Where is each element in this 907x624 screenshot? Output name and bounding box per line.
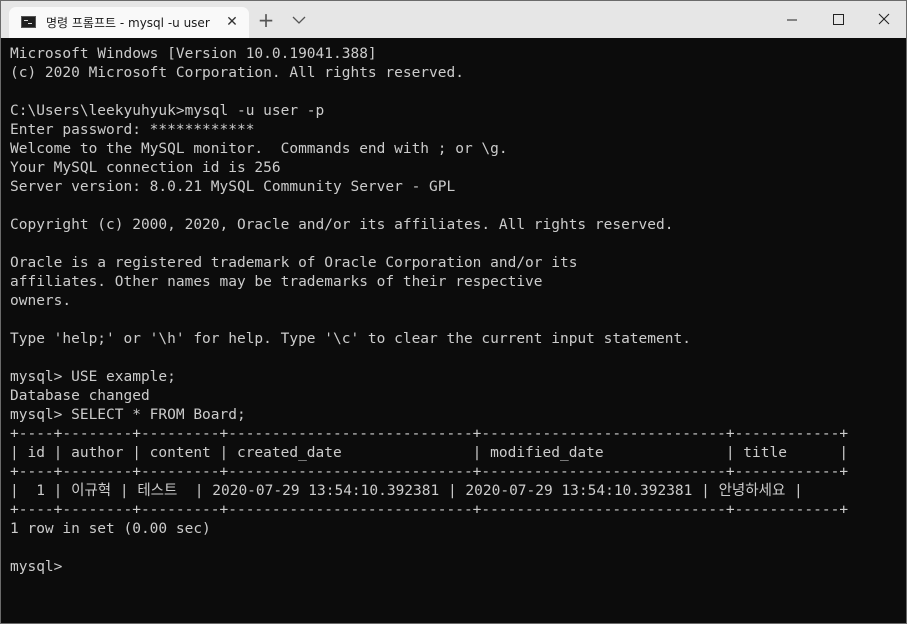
terminal-line: Server version: 8.0.21 MySQL Community S… [10, 179, 456, 195]
terminal-line: +----+--------+---------+---------------… [10, 464, 849, 480]
maximize-button[interactable] [815, 1, 861, 38]
terminal-icon [21, 16, 36, 28]
title-bar[interactable]: 명령 프롬프트 - mysql -u user ✕ + [1, 1, 906, 38]
terminal-line: owners. [10, 293, 72, 309]
tab-command-prompt[interactable]: 명령 프롬프트 - mysql -u user ✕ [9, 7, 249, 38]
command-prompt-window: 명령 프롬프트 - mysql -u user ✕ + Microsoft Wi… [0, 0, 907, 624]
tab-title: 명령 프롬프트 - mysql -u user [46, 16, 210, 30]
scrollbar[interactable] [895, 38, 906, 623]
terminal-line: Copyright (c) 2000, 2020, Oracle and/or … [10, 217, 674, 233]
terminal-line: Your MySQL connection id is 256 [10, 160, 281, 176]
terminal-output[interactable]: Microsoft Windows [Version 10.0.19041.38… [10, 45, 900, 617]
terminal-line: mysql> USE example; [10, 369, 176, 385]
terminal-line: 1 row in set (0.00 sec) [10, 521, 211, 537]
terminal-line: Type 'help;' or '\h' for help. Type '\c'… [10, 331, 691, 347]
terminal-line: | 1 | 이규혁 | 테스트 | 2020-07-29 13:54:10.39… [10, 483, 803, 499]
close-icon [878, 13, 890, 25]
minimize-button[interactable] [769, 1, 815, 38]
terminal-line: mysql> SELECT * FROM Board; [10, 407, 246, 423]
minimize-icon [787, 19, 797, 21]
terminal-line: (c) 2020 Microsoft Corporation. All righ… [10, 65, 464, 81]
terminal-line: mysql> [10, 559, 63, 575]
terminal-line: +----+--------+---------+---------------… [10, 426, 849, 442]
terminal-line: C:\Users\leekyuhyuk>mysql -u user -p [10, 103, 325, 119]
terminal-line: Enter password: ************ [10, 122, 255, 138]
close-button[interactable] [861, 1, 906, 38]
terminal-line: Microsoft Windows [Version 10.0.19041.38… [10, 46, 377, 62]
terminal-line: Welcome to the MySQL monitor. Commands e… [10, 141, 508, 157]
terminal-line: Oracle is a registered trademark of Orac… [10, 255, 578, 271]
new-tab-button[interactable]: + [255, 9, 277, 31]
chevron-down-icon[interactable] [289, 10, 309, 30]
maximize-icon [833, 14, 844, 25]
terminal-line: Database changed [10, 388, 150, 404]
tab-close-icon[interactable]: ✕ [223, 13, 241, 31]
terminal-line: +----+--------+---------+---------------… [10, 502, 849, 518]
terminal-line: affiliates. Other names may be trademark… [10, 274, 543, 290]
terminal-line: | id | author | content | created_date |… [10, 445, 849, 461]
